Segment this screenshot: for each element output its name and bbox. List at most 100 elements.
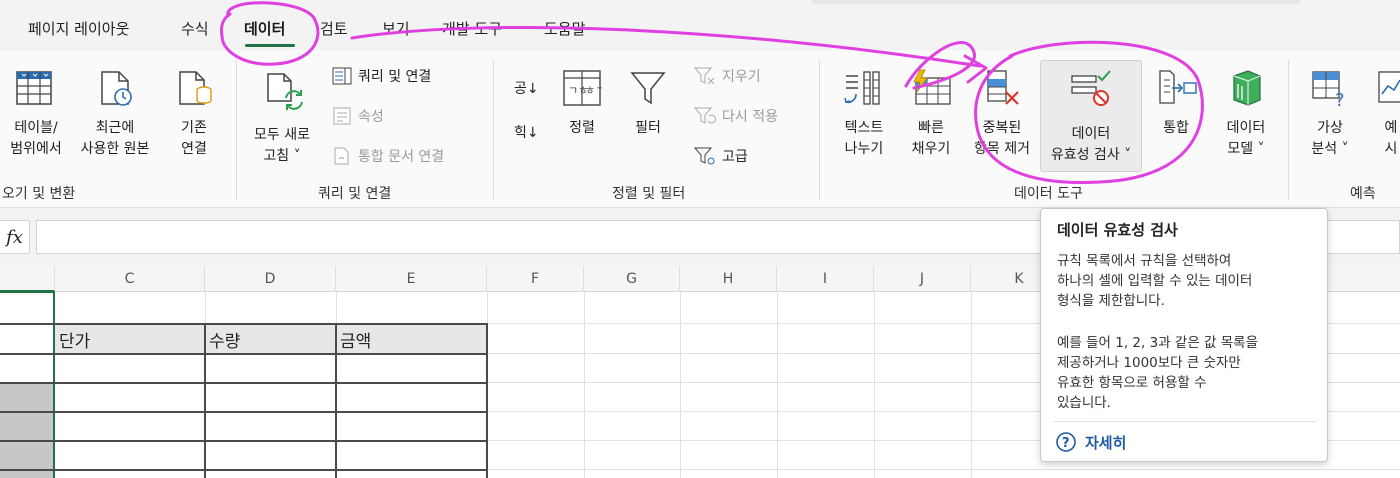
- group-forecast-label: 예측: [1350, 186, 1376, 202]
- column-header-d[interactable]: D: [205, 266, 336, 292]
- tooltip-title: 데이터 유효성 검사: [1057, 221, 1178, 239]
- what-if-icon[interactable]: ?: [1310, 68, 1350, 108]
- existing-connections-button[interactable]: 기존 연결: [166, 118, 222, 160]
- menu-developer[interactable]: 개발 도구: [442, 18, 502, 39]
- table-border: [0, 469, 488, 471]
- sort-desc-icon: 힉↓: [514, 125, 539, 141]
- group-separator: [819, 60, 820, 200]
- group-queries-label: 쿼리 및 연결: [318, 186, 392, 202]
- menu-bar: [0, 0, 1400, 50]
- grid-line: [584, 292, 585, 478]
- group-sort-filter-label: 정렬 및 필터: [612, 186, 686, 202]
- active-tab-indicator: [245, 44, 295, 47]
- remove-duplicates-button[interactable]: 중복된 항목 제거: [964, 118, 1040, 160]
- reapply-icon: [694, 107, 716, 124]
- data-validation-icon[interactable]: [1070, 70, 1112, 108]
- menu-review[interactable]: 검토: [320, 18, 348, 39]
- group-separator: [493, 60, 494, 200]
- clear-filter-button[interactable]: 지우기: [694, 66, 761, 86]
- edit-links-icon: [334, 147, 349, 165]
- column-header-e[interactable]: E: [336, 266, 487, 292]
- table-range-icon[interactable]: [14, 68, 54, 108]
- selection-border: [0, 291, 55, 293]
- table-border: [0, 323, 488, 325]
- edit-links-button[interactable]: 통합 문서 연결: [332, 146, 444, 166]
- text-to-columns-icon[interactable]: [842, 68, 882, 108]
- sort-desc-button[interactable]: 힉↓: [514, 122, 539, 142]
- column-header-c[interactable]: C: [55, 266, 205, 292]
- column-header-f[interactable]: F: [487, 266, 584, 292]
- refresh-all-button[interactable]: 모두 새로 고침 ˅: [244, 125, 320, 167]
- queries-connections-button[interactable]: 쿼리 및 연결: [332, 66, 431, 86]
- table-border: [335, 323, 337, 478]
- column-header-h[interactable]: H: [680, 266, 777, 292]
- existing-connections-icon[interactable]: [174, 68, 214, 108]
- tooltip-description: 규칙 목록에서 규칙을 선택하여 하나의 셀에 입력할 수 있는 데이터 형식을…: [1057, 253, 1253, 309]
- reapply-button[interactable]: 다시 적용: [694, 106, 778, 126]
- properties-icon: [333, 107, 351, 125]
- menu-data[interactable]: 데이터: [244, 18, 285, 39]
- menu-view[interactable]: 보기: [382, 18, 410, 39]
- properties-button[interactable]: 속성: [332, 106, 384, 126]
- text-to-columns-button[interactable]: 텍스트 나누기: [832, 118, 896, 160]
- menu-help[interactable]: 도움말: [544, 18, 585, 39]
- data-validation-tooltip: 데이터 유효성 검사 규칙 목록에서 규칙을 선택하여 하나의 셀에 입력할 수…: [1040, 208, 1328, 462]
- group-data-tools-label: 데이터 도구: [1014, 186, 1083, 202]
- grid-line: [874, 292, 875, 478]
- column-header-j[interactable]: J: [874, 266, 971, 292]
- sort-asc-button[interactable]: 공↓: [514, 78, 539, 98]
- data-model-icon[interactable]: [1226, 68, 1266, 108]
- data-validation-button[interactable]: 데이터 유효성 검사 ˅: [1040, 124, 1142, 166]
- group-separator: [236, 60, 237, 200]
- menu-page-layout[interactable]: 페이지 레이아웃: [28, 18, 129, 39]
- recent-sources-button[interactable]: 최근에 사용한 원본: [72, 118, 158, 160]
- table-header-quantity[interactable]: 수량: [205, 324, 336, 354]
- fx-icon[interactable]: fx: [0, 220, 30, 254]
- forecast-sheet-button[interactable]: 예시: [1376, 118, 1400, 160]
- table-header-amount[interactable]: 금액: [336, 324, 487, 354]
- table-border: [0, 411, 488, 413]
- recent-sources-icon[interactable]: [96, 68, 136, 108]
- remove-duplicates-icon[interactable]: [984, 68, 1024, 108]
- group-get-transform-label: 오기 및 변환: [2, 186, 76, 202]
- sort-button[interactable]: 정렬: [560, 118, 604, 139]
- column-header-b[interactable]: [0, 266, 55, 292]
- filter-button[interactable]: 필터: [626, 118, 670, 139]
- svg-text:?: ?: [1335, 90, 1345, 108]
- refresh-all-icon[interactable]: [264, 70, 308, 114]
- table-border: [204, 323, 206, 478]
- grid-line: [777, 292, 778, 478]
- cell-b[interactable]: [0, 470, 53, 478]
- cell-b[interactable]: [0, 412, 53, 440]
- queries-pane-icon: [332, 67, 352, 85]
- table-range-button[interactable]: 테이블/범위에서: [2, 118, 70, 160]
- sort-asc-icon: 공↓: [514, 81, 539, 97]
- menu-formulas[interactable]: 수식: [181, 18, 209, 39]
- tooltip-more-info-link[interactable]: ? 자세히: [1055, 431, 1126, 453]
- flash-fill-button[interactable]: 빠른 채우기: [904, 118, 958, 160]
- column-header-g[interactable]: G: [584, 266, 680, 292]
- forecast-sheet-icon[interactable]: [1378, 68, 1400, 108]
- tooltip-divider: [1053, 421, 1317, 422]
- table-border: [0, 382, 488, 384]
- data-model-button[interactable]: 데이터 모델 ˅: [1214, 118, 1278, 160]
- cell-b[interactable]: [0, 441, 53, 469]
- column-header-i[interactable]: I: [777, 266, 874, 292]
- tooltip-example: 예를 들어 1, 2, 3과 같은 값 목록을 제공하거나 1000보다 큰 숫…: [1057, 335, 1259, 411]
- table-header-unit-price[interactable]: 단가: [55, 324, 205, 354]
- what-if-button[interactable]: 가상 분석 ˅: [1302, 118, 1358, 160]
- flash-fill-icon[interactable]: [910, 68, 952, 108]
- advanced-filter-button[interactable]: 고급: [694, 146, 748, 166]
- consolidate-icon[interactable]: [1156, 68, 1198, 108]
- filter-icon[interactable]: [628, 68, 668, 108]
- help-icon: ?: [1056, 432, 1076, 452]
- grid-line: [680, 292, 681, 478]
- table-border: [486, 323, 488, 478]
- window-title-strip: [812, 0, 1300, 4]
- group-separator: [1288, 60, 1289, 200]
- clear-filter-icon: [694, 67, 715, 85]
- cell-b[interactable]: [0, 383, 53, 411]
- advanced-filter-icon: [694, 147, 715, 165]
- sort-icon[interactable]: ㄱㅎ ㅎㄱ: [562, 68, 602, 108]
- consolidate-button[interactable]: 통합: [1154, 118, 1198, 139]
